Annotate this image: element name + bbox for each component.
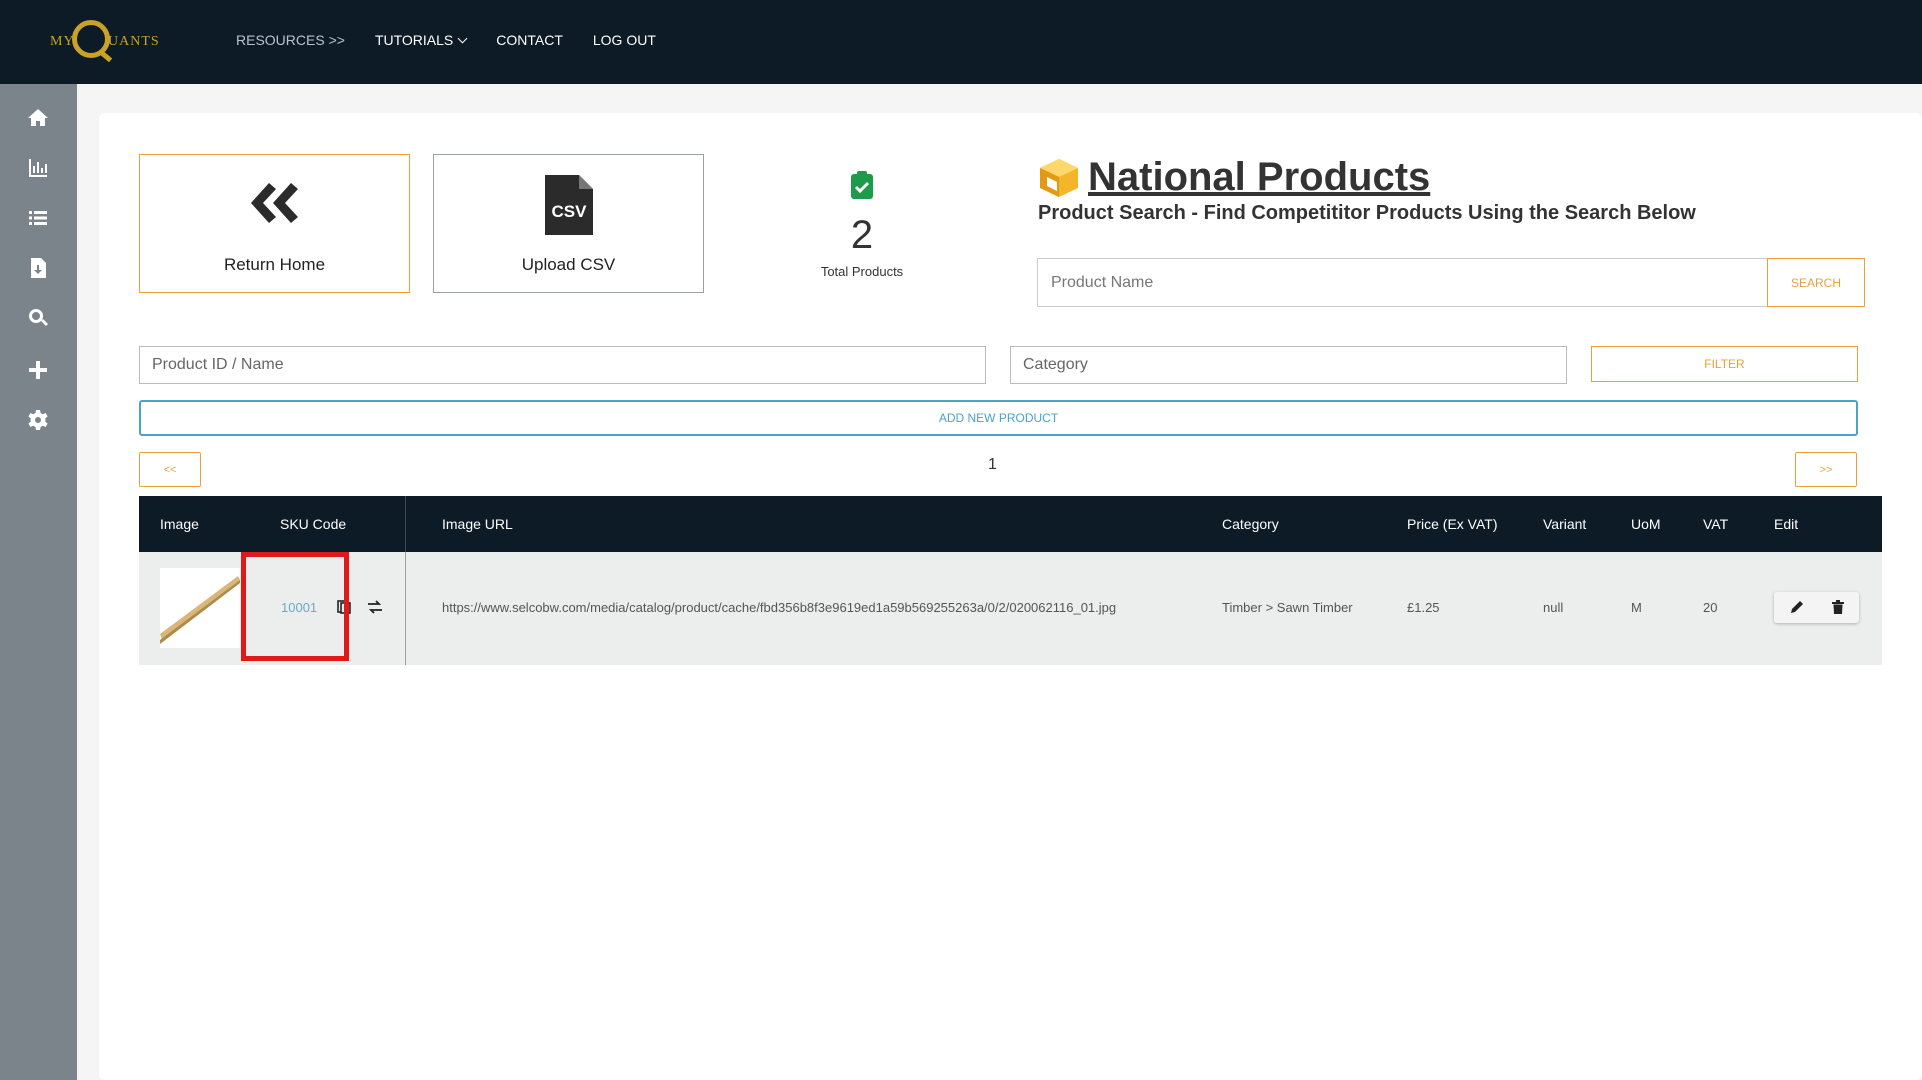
bar-chart-icon[interactable] — [26, 156, 50, 180]
return-home-tile[interactable]: Return Home — [139, 154, 410, 293]
nav-resources[interactable]: RESOURCES >> — [236, 32, 345, 48]
gear-icon[interactable] — [26, 408, 50, 432]
return-home-label: Return Home — [223, 255, 326, 274]
col-image: Image — [160, 516, 199, 532]
col-edit: Edit — [1774, 516, 1799, 532]
copy-icon[interactable] — [337, 600, 351, 614]
cube-icon — [1040, 159, 1078, 197]
svg-text:CSV: CSV — [551, 202, 587, 221]
col-variant: Variant — [1543, 516, 1587, 532]
col-uom: UoM — [1631, 516, 1661, 532]
search-button[interactable]: SEARCH — [1767, 258, 1865, 307]
product-thumbnail[interactable] — [160, 568, 240, 648]
double-chevron-left-icon — [140, 173, 409, 237]
nav-logout[interactable]: LOG OUT — [593, 32, 656, 48]
chevron-down-icon — [457, 33, 468, 44]
current-page-number: 1 — [988, 456, 997, 473]
csv-file-icon: CSV — [434, 173, 703, 237]
col-sku-code: SKU Code — [280, 516, 347, 532]
uom-cell: M — [1631, 600, 1642, 615]
col-category: Category — [1222, 516, 1279, 532]
nav-tutorials-label: TUTORIALS — [374, 32, 454, 48]
products-table-header: Image SKU Code Image URL Category Price … — [139, 496, 1882, 552]
page-subtitle: Product Search - Find Competititor Produ… — [1038, 202, 1696, 224]
col-image-url: Image URL — [442, 516, 513, 532]
column-divider — [405, 552, 406, 665]
total-products-label: Total Products — [820, 264, 904, 279]
file-download-icon[interactable] — [26, 256, 50, 280]
nav-tutorials[interactable]: TUTORIALS — [374, 32, 468, 48]
table-row: 10001 https://www.selcobw.com/media/cata… — [139, 552, 1882, 665]
upload-csv-tile[interactable]: CSV Upload CSV — [433, 154, 704, 293]
search-icon[interactable] — [26, 306, 50, 330]
nav-contact[interactable]: CONTACT — [496, 32, 563, 48]
main-nav: RESOURCES >> TUTORIALS CONTACT LOG OUT — [236, 32, 656, 48]
logo-suffix: UANTS — [108, 34, 160, 49]
add-new-product-button[interactable]: ADD NEW PRODUCT — [139, 400, 1858, 436]
column-divider — [405, 496, 406, 552]
page-title: National Products — [1088, 155, 1431, 199]
product-name-search-input[interactable] — [1037, 258, 1767, 307]
sidebar — [0, 84, 77, 1080]
sku-code-link[interactable]: 10001 — [281, 600, 317, 615]
col-price: Price (Ex VAT) — [1407, 516, 1498, 532]
category-input[interactable] — [1010, 346, 1567, 384]
list-icon[interactable] — [26, 206, 50, 230]
image-url-cell: https://www.selcobw.com/media/catalog/pr… — [442, 600, 1117, 615]
logo-q-icon — [72, 20, 110, 58]
trash-icon[interactable] — [1830, 599, 1846, 615]
clipboard-check-icon — [851, 171, 873, 199]
filter-button[interactable]: FILTER — [1591, 346, 1858, 382]
swap-arrows-icon[interactable] — [367, 599, 383, 615]
logo-prefix: MY — [50, 34, 75, 49]
category-cell: Timber > Sawn Timber — [1222, 600, 1353, 615]
upload-csv-label: Upload CSV — [521, 255, 616, 274]
pencil-icon[interactable] — [1789, 599, 1805, 615]
home-icon[interactable] — [26, 106, 50, 130]
variant-cell: null — [1543, 600, 1564, 615]
vat-cell: 20 — [1703, 600, 1718, 615]
plus-icon[interactable] — [26, 358, 50, 382]
top-navbar: MY UANTS RESOURCES >> TUTORIALS CONTACT … — [0, 0, 1922, 84]
total-products-count: 2 — [850, 213, 874, 257]
myquants-logo[interactable]: MY UANTS — [50, 20, 160, 64]
prev-page-button[interactable]: << — [139, 452, 201, 487]
total-products-stat: 2 Total Products — [800, 170, 924, 279]
price-cell: £1.25 — [1407, 600, 1440, 615]
product-id-name-input[interactable] — [139, 346, 986, 384]
next-page-button[interactable]: >> — [1795, 452, 1857, 487]
col-vat: VAT — [1703, 516, 1729, 532]
row-actions — [1774, 592, 1859, 623]
